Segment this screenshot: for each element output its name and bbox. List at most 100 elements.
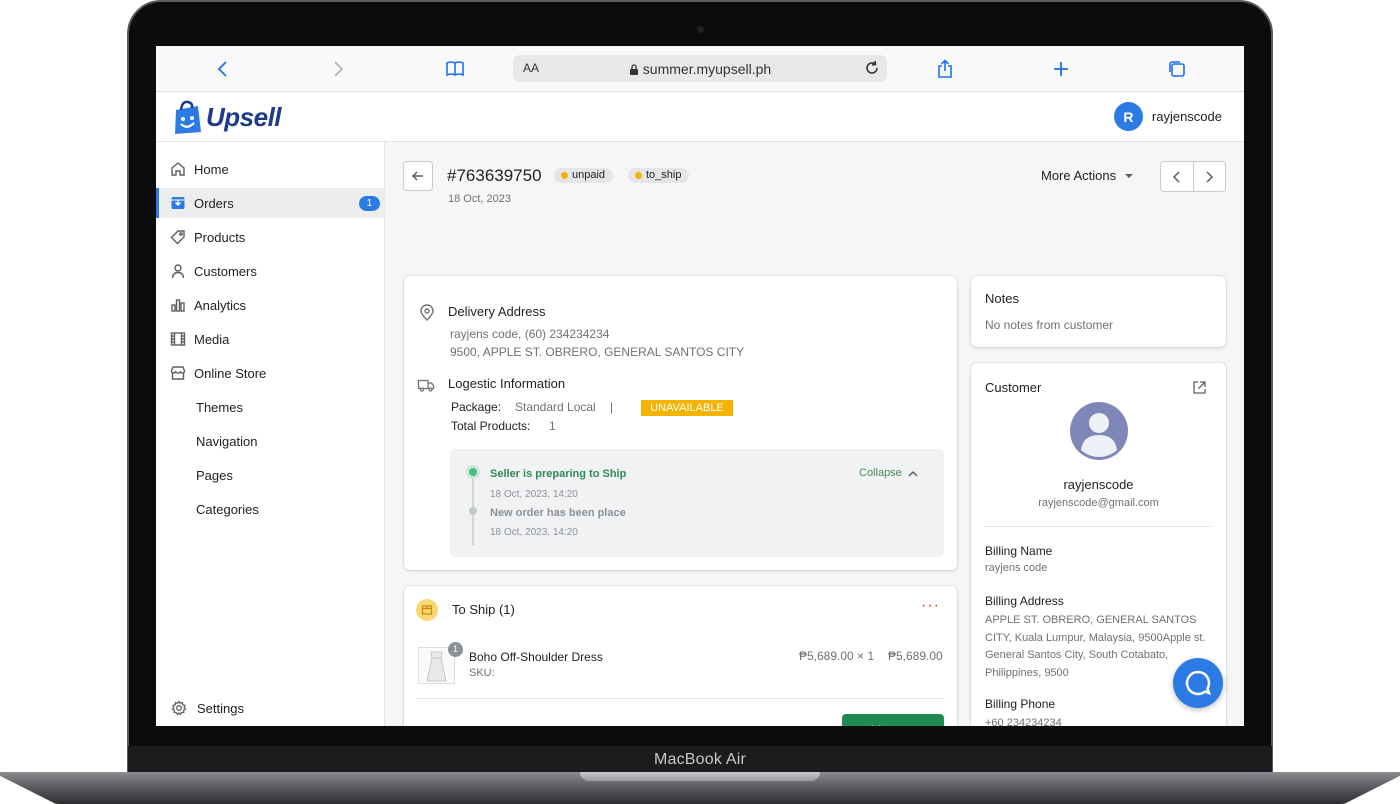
previous-order-button[interactable]: [1161, 162, 1194, 191]
ship-items-button[interactable]: Ship Items: [842, 714, 944, 726]
sidebar-item-categories[interactable]: Categories: [156, 494, 385, 524]
sidebar-item-products[interactable]: Products: [156, 222, 385, 252]
total-products-label: Total Products:: [451, 419, 531, 433]
order-detail: #763639750 unpaid to_ship 18 Oct, 2023 M…: [386, 142, 1244, 726]
gear-icon: [171, 700, 187, 716]
notes-text: No notes from customer: [985, 318, 1114, 332]
more-actions-dropdown[interactable]: More Actions: [1041, 168, 1134, 183]
url-text: summer.myupsell.ph: [513, 61, 887, 77]
sidebar-item-orders[interactable]: Orders 1: [156, 188, 385, 218]
billing-address-label: Billing Address: [985, 594, 1064, 608]
sidebar-item-label: Pages: [196, 468, 233, 483]
share-icon[interactable]: [932, 56, 958, 82]
order-pager: [1160, 161, 1226, 192]
bar-chart-icon: [171, 299, 185, 312]
fulfillment-status-badge: to_ship: [628, 168, 690, 183]
screen: AA summer.myupsell.ph Upsell R rayjensco…: [156, 46, 1244, 726]
url-value: summer.myupsell.ph: [642, 61, 772, 77]
sidebar-item-themes[interactable]: Themes: [156, 392, 385, 422]
delivery-card: Delivery Address rayjens code, (60) 2342…: [404, 276, 957, 570]
timeline-dot-active: [469, 468, 477, 476]
lock-icon: [629, 64, 638, 75]
customer-avatar: [1070, 402, 1128, 460]
browser-toolbar: AA summer.myupsell.ph: [156, 46, 1244, 92]
product-name[interactable]: Boho Off-Shoulder Dress: [469, 650, 603, 664]
sidebar-item-label: Analytics: [194, 298, 247, 313]
bookmarks-icon[interactable]: [442, 56, 468, 82]
order-date: 18 Oct, 2023: [448, 193, 511, 205]
sidebar-item-pages[interactable]: Pages: [156, 460, 385, 490]
chat-button[interactable]: [1173, 658, 1223, 708]
sidebar-item-label: Customers: [194, 264, 257, 279]
tabs-overview-icon[interactable]: [1164, 56, 1190, 82]
customer-title: Customer: [985, 380, 1042, 395]
home-icon: [171, 162, 185, 176]
more-options-icon[interactable]: ···: [921, 597, 940, 615]
caret-down-icon: [1125, 173, 1134, 178]
timeline-event-title: Seller is preparing to Ship: [490, 468, 627, 480]
tag-icon: [170, 230, 185, 245]
sidebar-item-label: Themes: [196, 400, 243, 415]
payment-status-badge: unpaid: [554, 168, 614, 183]
user-avatar: R: [1113, 102, 1143, 131]
chevron-right-icon: [1206, 170, 1214, 183]
user-menu[interactable]: R rayjenscode: [1113, 102, 1222, 131]
sidebar-item-home[interactable]: Home: [156, 154, 385, 184]
quantity-badge: 1: [448, 642, 463, 657]
address-bar[interactable]: AA summer.myupsell.ph: [513, 55, 887, 82]
chat-bubble-icon: [1185, 670, 1212, 696]
package-label: Package:: [451, 400, 502, 414]
brand-name: Upsell: [206, 101, 282, 132]
store-icon: [170, 366, 186, 380]
person-icon: [171, 264, 185, 279]
package-separator: |: [610, 400, 614, 414]
film-icon: [170, 332, 186, 346]
billing-phone: +60 234234234: [985, 717, 1062, 726]
truck-icon: [417, 379, 435, 392]
sidebar: Home Orders 1 Products Customers Analyti…: [156, 142, 385, 726]
sidebar-item-customers[interactable]: Customers: [156, 256, 385, 286]
package-box-icon: [416, 599, 438, 621]
app-header: Upsell R rayjenscode: [156, 92, 1244, 142]
back-arrow-icon[interactable]: [210, 56, 236, 82]
notes-card: Notes No notes from customer: [971, 276, 1226, 347]
brand-logo[interactable]: Upsell: [170, 98, 282, 136]
sidebar-item-label: Orders: [194, 196, 234, 211]
laptop-base: MacBook Air: [0, 746, 1400, 804]
sidebar-item-label: Home: [194, 162, 229, 177]
new-tab-icon[interactable]: [1048, 56, 1074, 82]
customer-name: rayjenscode: [1063, 477, 1134, 492]
chevron-left-icon: [1172, 170, 1180, 183]
user-name: rayjenscode: [1151, 109, 1222, 124]
external-link-icon[interactable]: [1192, 380, 1207, 395]
sidebar-item-label: Online Store: [194, 366, 267, 381]
forward-arrow-icon[interactable]: [325, 56, 351, 82]
location-pin-icon: [420, 304, 434, 321]
customer-email[interactable]: rayjenscode@gmail.com: [971, 497, 1226, 509]
orders-count-badge: 1: [359, 196, 380, 211]
line-total: ₱5,689.00: [888, 649, 943, 663]
timeline-event-date: 18 Oct, 2023, 14:20: [490, 489, 578, 500]
sidebar-item-navigation[interactable]: Navigation: [156, 426, 385, 456]
delivery-address-title: Delivery Address: [448, 304, 546, 319]
product-sku-label: SKU:: [469, 667, 495, 679]
sidebar-item-online-store[interactable]: Online Store: [156, 358, 385, 388]
reload-icon[interactable]: [863, 59, 881, 77]
sidebar-item-analytics[interactable]: Analytics: [156, 290, 385, 320]
collapse-timeline-button[interactable]: Collapse: [859, 467, 918, 479]
sidebar-item-label: Media: [194, 332, 230, 347]
logistics-status-badge: UNAVAILABLE: [641, 400, 733, 416]
next-order-button[interactable]: [1194, 162, 1226, 191]
orders-icon: [171, 197, 185, 209]
notes-title: Notes: [985, 291, 1019, 306]
package-value: Standard Local: [515, 400, 596, 414]
sidebar-item-label: Navigation: [196, 434, 258, 449]
shopping-bag-logo-icon: [175, 100, 201, 134]
billing-phone-label: Billing Phone: [985, 697, 1056, 711]
sidebar-item-media[interactable]: Media: [156, 324, 385, 354]
sidebar-item-settings[interactable]: Settings: [156, 693, 385, 723]
device-label: MacBook Air: [653, 751, 746, 768]
back-button[interactable]: [403, 161, 433, 191]
sidebar-item-label: Categories: [196, 502, 259, 517]
arrow-left-icon: [411, 171, 423, 181]
